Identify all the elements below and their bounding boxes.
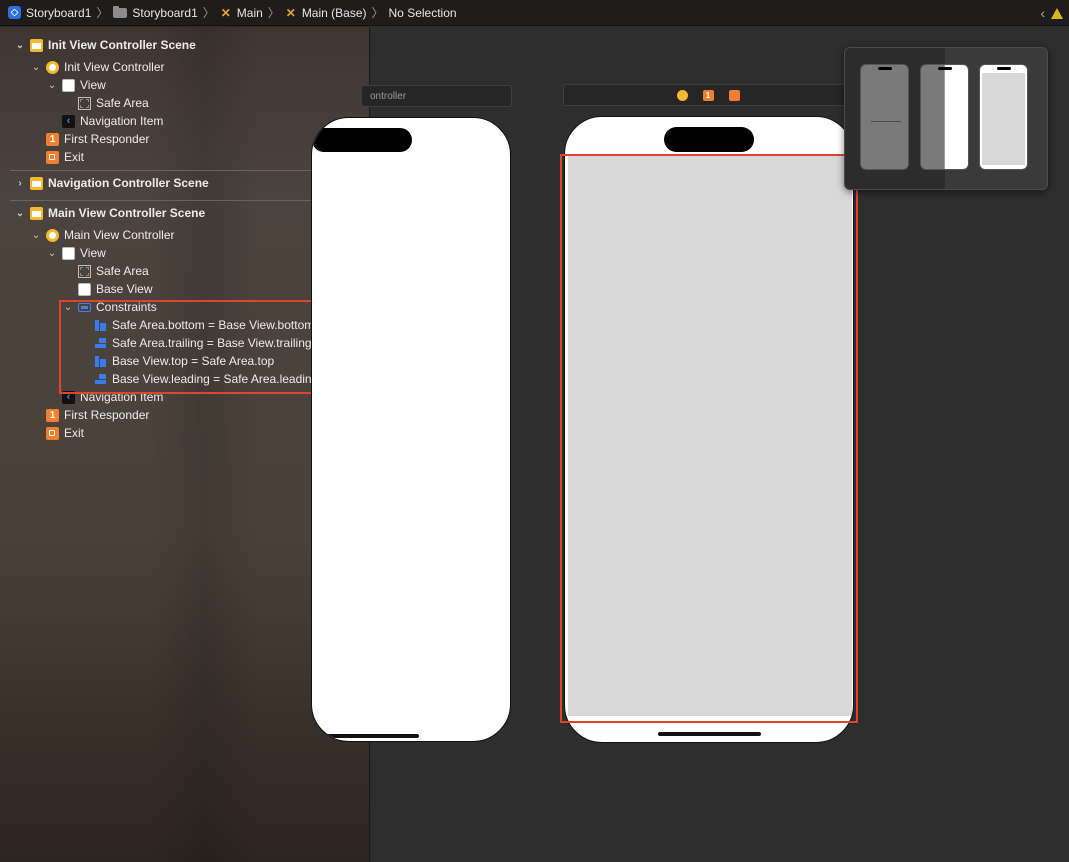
outline-first-responder[interactable]: 1 First Responder bbox=[46, 406, 149, 424]
exit-icon bbox=[46, 150, 59, 164]
disclosure-down-icon[interactable]: ⌄ bbox=[30, 62, 42, 73]
folder-icon bbox=[113, 5, 128, 18]
view-icon bbox=[62, 246, 75, 260]
scene-dock-main[interactable]: 1 bbox=[563, 84, 853, 106]
view-icon bbox=[62, 78, 75, 92]
minimap-scene-init[interactable] bbox=[860, 64, 909, 170]
item-label: Safe Area bbox=[96, 96, 149, 110]
outline-scene-init[interactable]: ⌄ Init View Controller Scene bbox=[14, 36, 196, 54]
view-icon bbox=[78, 282, 91, 296]
chevron-right-icon: 〉 bbox=[267, 6, 280, 20]
breadcrumb-folder[interactable]: Storyboard1 bbox=[113, 5, 198, 20]
item-label: Exit bbox=[64, 150, 85, 164]
scene-icon bbox=[30, 176, 43, 190]
item-label: View bbox=[80, 78, 106, 92]
view-controller-icon[interactable] bbox=[676, 89, 688, 101]
outline-view[interactable]: ⌄ View bbox=[46, 244, 106, 262]
first-responder-icon: 1 bbox=[46, 132, 59, 146]
disclosure-down-icon[interactable]: ⌄ bbox=[30, 230, 42, 241]
scene-dock-title: ontroller bbox=[370, 90, 407, 102]
scene-title: Main View Controller Scene bbox=[48, 206, 206, 220]
outline-base-view[interactable]: Base View bbox=[78, 280, 152, 298]
item-label: First Responder bbox=[64, 132, 150, 146]
minimap-scene-navigation[interactable] bbox=[920, 64, 969, 170]
outline-scene-main[interactable]: ⌄ Main View Controller Scene bbox=[14, 204, 205, 222]
disclosure-right-icon[interactable]: › bbox=[14, 178, 26, 189]
disclosure-down-icon[interactable]: ⌄ bbox=[46, 80, 58, 91]
item-label: Base View bbox=[96, 282, 153, 296]
canvas-minimap[interactable] bbox=[844, 47, 1048, 190]
scene-dock-left[interactable]: ontroller bbox=[361, 85, 512, 107]
minimap-notch bbox=[997, 67, 1011, 70]
home-indicator bbox=[658, 732, 761, 736]
disclosure-down-icon[interactable]: ⌄ bbox=[14, 40, 26, 51]
view-controller-icon bbox=[46, 60, 59, 74]
first-responder-icon[interactable]: 1 bbox=[702, 89, 714, 101]
item-label: Main View Controller bbox=[64, 228, 175, 242]
base-view-highlight-box bbox=[560, 154, 858, 723]
outline-first-responder[interactable]: 1 First Responder bbox=[46, 130, 149, 148]
exit-icon bbox=[46, 426, 59, 440]
storyboard-icon: ✕ bbox=[220, 5, 231, 20]
scene-title: Init View Controller Scene bbox=[48, 38, 196, 52]
minimap-notch bbox=[938, 67, 952, 70]
breadcrumb-label: No Selection bbox=[388, 5, 457, 20]
chevron-left-icon[interactable]: ‹ bbox=[1040, 5, 1045, 21]
breadcrumb-storyboard[interactable]: ✕ Main bbox=[220, 6, 263, 20]
navigation-item-icon: ‹ bbox=[62, 114, 75, 128]
item-label: First Responder bbox=[64, 408, 150, 422]
home-indicator bbox=[312, 734, 419, 738]
chevron-right-icon: 〉 bbox=[202, 6, 215, 20]
scene-icon bbox=[30, 206, 43, 220]
minimap-base-view bbox=[982, 73, 1025, 165]
breadcrumb-storyboard-base[interactable]: ✕ Main (Base) bbox=[285, 6, 367, 20]
jump-bar-right: ‹ bbox=[1040, 5, 1063, 21]
chevron-right-icon: 〉 bbox=[96, 6, 109, 20]
safe-area-icon bbox=[78, 96, 91, 110]
outline-safe-area[interactable]: Safe Area bbox=[78, 262, 149, 280]
dynamic-island bbox=[312, 128, 412, 152]
item-label: Navigation Item bbox=[80, 114, 164, 128]
breadcrumb-label: Storyboard1 bbox=[26, 5, 92, 20]
device-frame-left[interactable] bbox=[311, 117, 511, 742]
dynamic-island bbox=[664, 127, 754, 152]
disclosure-down-icon[interactable]: ⌄ bbox=[14, 208, 26, 219]
outline-exit[interactable]: Exit bbox=[46, 424, 84, 442]
scene-title: Navigation Controller Scene bbox=[48, 176, 209, 190]
disclosure-down-icon[interactable]: ⌄ bbox=[46, 248, 58, 259]
divider bbox=[10, 170, 360, 171]
outline-init-view-controller[interactable]: ⌄ Init View Controller bbox=[30, 58, 165, 76]
chevron-right-icon: 〉 bbox=[371, 6, 384, 20]
view-controller-icon bbox=[46, 228, 59, 242]
constraints-highlight-box bbox=[59, 300, 321, 394]
outline-scene-navigation[interactable]: › Navigation Controller Scene bbox=[14, 174, 209, 192]
item-label: Safe Area bbox=[96, 264, 149, 278]
breadcrumb-selection[interactable]: No Selection bbox=[389, 6, 457, 20]
minimap-content bbox=[871, 121, 901, 122]
breadcrumb-label: Storyboard1 bbox=[132, 5, 198, 20]
scene-icon bbox=[30, 38, 43, 52]
divider bbox=[10, 200, 360, 201]
minimap-notch bbox=[878, 67, 892, 70]
outline-view[interactable]: ⌄ View bbox=[46, 76, 106, 94]
outline-navigation-item[interactable]: ‹ Navigation Item bbox=[62, 112, 163, 130]
safe-area-icon bbox=[78, 264, 91, 278]
exit-icon[interactable] bbox=[728, 89, 740, 101]
outline-exit[interactable]: Exit bbox=[46, 148, 84, 166]
item-label: View bbox=[80, 246, 106, 260]
outline-main-view-controller[interactable]: ⌄ Main View Controller bbox=[30, 226, 175, 244]
breadcrumb-label: Main bbox=[236, 5, 263, 20]
storyboard-canvas[interactable]: ontroller 1 bbox=[311, 27, 1069, 862]
breadcrumb-project[interactable]: Storyboard1 bbox=[8, 6, 91, 20]
jump-bar: Storyboard1 〉 Storyboard1 〉 ✕ Main 〉 ✕ M… bbox=[0, 0, 1069, 26]
minimap-scene-main[interactable] bbox=[979, 64, 1028, 170]
outline-safe-area[interactable]: Safe Area bbox=[78, 94, 149, 112]
breadcrumb-label: Main (Base) bbox=[301, 5, 367, 20]
xcode-project-icon bbox=[8, 6, 21, 19]
first-responder-icon: 1 bbox=[46, 408, 59, 422]
item-label: Init View Controller bbox=[64, 60, 165, 74]
item-label: Exit bbox=[64, 426, 85, 440]
warning-icon[interactable] bbox=[1051, 7, 1063, 19]
storyboard-icon: ✕ bbox=[285, 5, 296, 20]
